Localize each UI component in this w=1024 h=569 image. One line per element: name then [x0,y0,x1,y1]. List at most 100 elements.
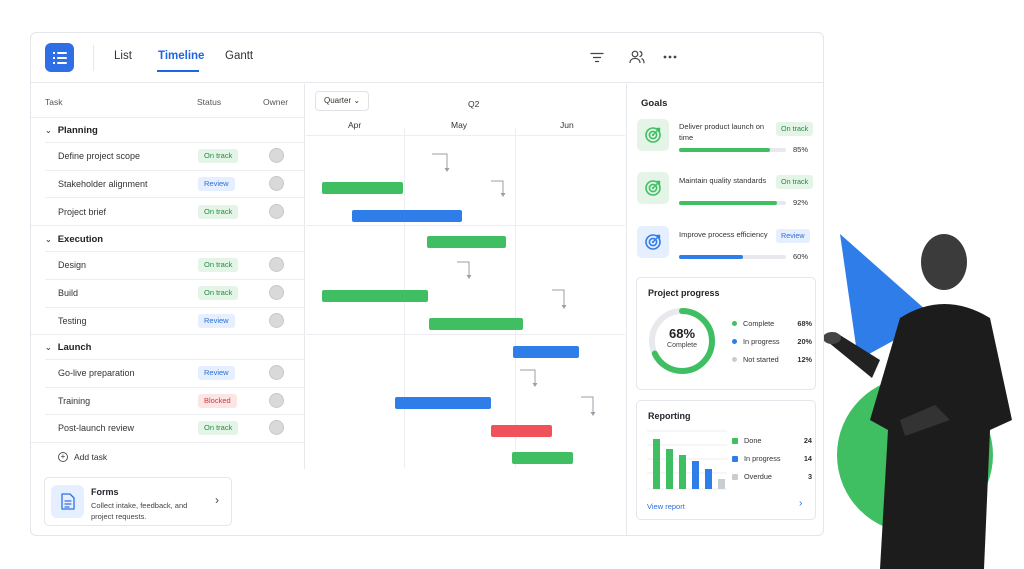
target-icon [637,119,669,151]
gantt-bar-stakeholder-alignment[interactable] [352,210,462,222]
goal-percent: 60% [793,252,809,261]
task-name[interactable]: Build [58,288,78,298]
tab-list[interactable]: List [114,50,132,62]
group-divider [31,225,305,226]
legend-label: Done [744,436,762,445]
legend-square [732,437,738,444]
donut-percent: 68% [668,326,696,341]
report-bar [666,449,673,489]
chevron-down-icon: ⌄ [45,235,52,244]
report-bar [705,469,712,489]
project-progress-title: Project progress [648,288,720,298]
dependency-arrows [432,153,596,416]
tab-timeline[interactable]: Timeline [158,50,204,62]
group-planning[interactable]: ⌄ Planning [45,125,98,136]
group-launch[interactable]: ⌄ Launch [45,342,91,353]
goal-progress-fill [679,148,770,152]
gantt-bar-testing[interactable] [513,346,579,358]
legend-dot [732,357,737,362]
gantt-bar-define-project-scope[interactable] [322,182,403,194]
gantt-bar-project-brief[interactable] [427,236,506,248]
row-divider [45,170,305,171]
chevron-down-icon: ⌄ [45,343,52,352]
group-label: Planning [57,125,98,136]
goal-progress-track [679,201,786,205]
goal-name[interactable]: Maintain quality standards [679,175,771,186]
gantt-bar-design[interactable] [322,290,428,302]
top-bar: List Timeline Gantt [31,33,823,83]
gantt-bar-post-launch-review[interactable] [512,452,573,464]
legend-dot [732,339,737,344]
donut-label: Complete [667,342,697,349]
right-panel: Goals Deliver product launch on time On … [626,84,823,535]
reporting-bar-chart [647,430,727,490]
stage: List Timeline Gantt Task Status Owner ⌄ [0,0,1024,569]
report-bar [653,439,660,489]
forms-card[interactable]: Forms Collect intake, feedback, and proj… [44,477,232,526]
report-bar [679,455,686,489]
gantt-bar-go-live-preparation[interactable] [395,397,491,409]
column-header-status: Status [197,97,222,107]
view-report-link[interactable]: View report [647,502,685,511]
report-bar [718,479,725,489]
task-name[interactable]: Training [58,396,90,406]
row-divider [45,387,305,388]
avatar [269,420,284,435]
legend-row: Complete 68% [732,319,812,328]
legend-row: Done 24 [732,436,812,445]
task-name[interactable]: Define project scope [58,151,140,161]
avatar [269,148,284,163]
group-label: Execution [57,234,104,245]
blue-triangle-shape [840,234,935,360]
legend-label: In progress [743,337,780,346]
chevron-right-icon[interactable]: › [799,498,802,509]
gantt-bar-build[interactable] [429,318,523,330]
add-task-button[interactable]: + Add task [58,452,107,462]
row-divider [45,142,305,143]
tab-gantt[interactable]: Gantt [225,50,253,62]
legend-square [732,455,738,462]
row-divider [45,414,305,415]
chevron-down-icon: ⌄ [45,126,52,135]
status-badge: On track [776,175,814,189]
filter-icon[interactable] [587,47,607,67]
row-divider [45,279,305,280]
legend-row: Overdue 3 [732,472,812,481]
goal-name[interactable]: Improve process efficiency [679,229,771,240]
group-execution[interactable]: ⌄ Execution [45,234,103,245]
app-menu-icon[interactable] [45,43,74,72]
active-tab-underline [157,70,199,72]
more-icon[interactable] [660,47,680,67]
column-header-owner: Owner [263,97,289,107]
gantt-bar-training[interactable] [491,425,552,437]
task-name[interactable]: Testing [58,316,87,326]
green-circle-shape [837,377,993,533]
status-badge: Review [198,177,235,191]
people-icon[interactable] [627,47,647,67]
status-badge: On track [198,286,239,300]
topbar-divider [93,45,94,71]
legend-row: In progress 20% [732,337,812,346]
presenter-photo [823,234,1012,569]
avatar [269,204,284,219]
task-name[interactable]: Stakeholder alignment [58,179,148,189]
goal-name[interactable]: Deliver product launch on time [679,121,771,143]
legend-dot [732,321,737,326]
task-name[interactable]: Go-live preparation [58,368,135,378]
header-divider [31,117,305,118]
legend-label: Complete [743,319,775,328]
task-name[interactable]: Post-launch review [58,423,134,433]
project-app-window: List Timeline Gantt Task Status Owner ⌄ [30,32,824,536]
avatar [269,365,284,380]
status-badge: On track [198,421,239,435]
project-progress-card: Project progress 68% Complete Complete 6… [636,277,816,390]
goal-progress-fill [679,201,778,205]
row-divider [45,197,305,198]
goal-percent: 92% [793,198,809,207]
legend-row: Not started 12% [732,355,812,364]
task-name[interactable]: Design [58,260,86,270]
task-name[interactable]: Project brief [58,207,106,217]
status-badge: Review [198,366,235,380]
legend-value: 20% [797,337,812,346]
status-badge: Review [776,229,810,243]
